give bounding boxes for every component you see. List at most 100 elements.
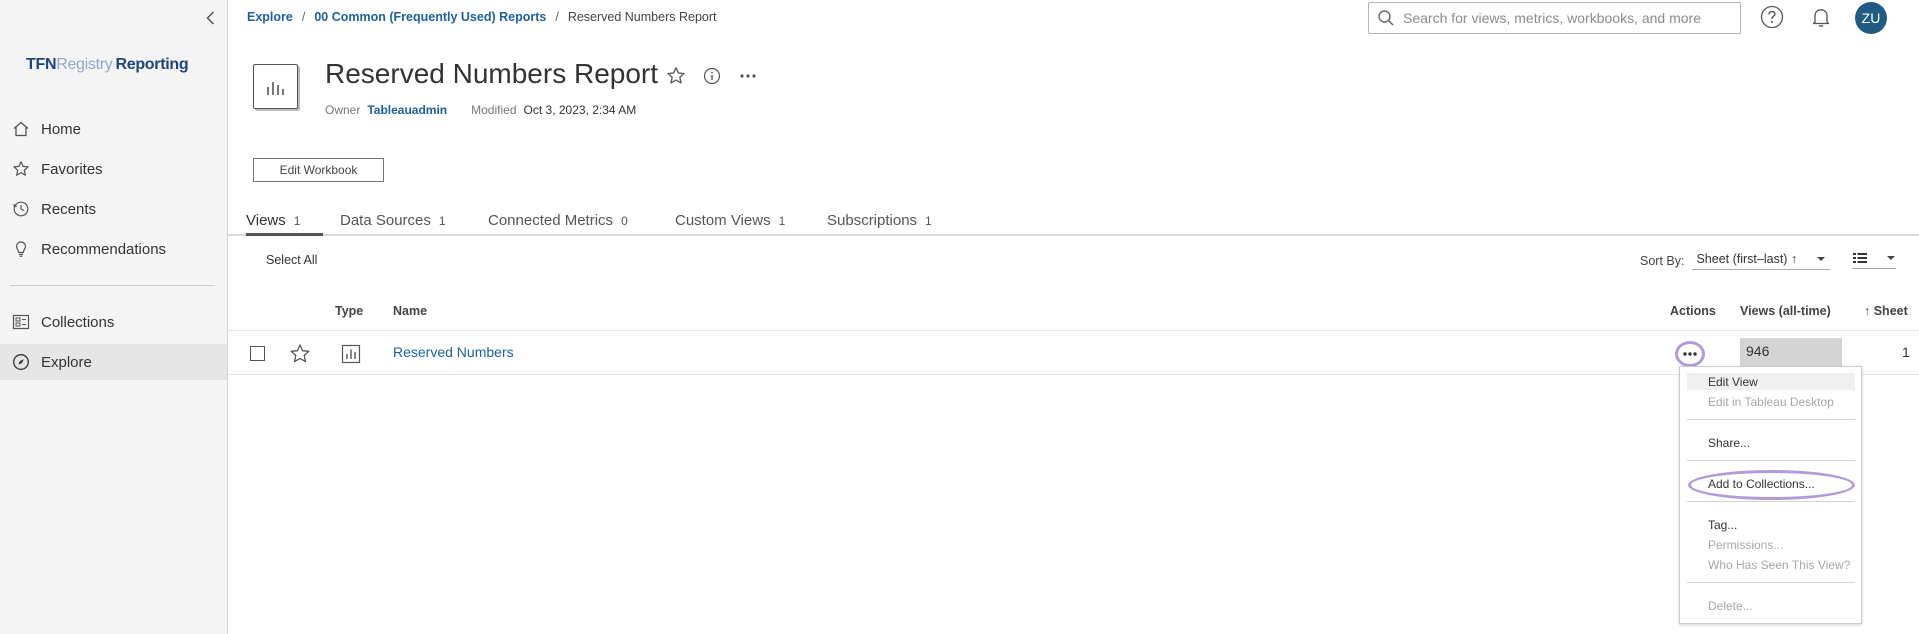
views-count: 946 — [1746, 343, 1770, 359]
sidebar-item-favorites[interactable]: Favorites — [0, 151, 227, 187]
modified-value: Oct 3, 2023, 2:34 AM — [523, 103, 637, 117]
breadcrumb-separator: / — [301, 10, 306, 24]
owner-link[interactable]: Tableauadmin — [367, 103, 447, 117]
collapse-sidebar-icon[interactable] — [202, 9, 220, 27]
menu-item-who-has-seen: Who Has Seen This View? — [1708, 558, 1851, 572]
chevron-down-icon — [1886, 254, 1896, 262]
lightbulb-icon — [12, 240, 30, 258]
views-count-bar: 946 — [1740, 338, 1842, 368]
tab-label: Connected Metrics — [488, 212, 614, 229]
tab-label: Subscriptions — [827, 212, 918, 229]
sidebar-item-collections[interactable]: Collections — [0, 304, 227, 340]
workbook-thumbnail-icon — [253, 64, 298, 109]
sort-by-value: Sheet (first–last) ↑ — [1696, 252, 1798, 266]
row-checkbox[interactable] — [250, 346, 265, 361]
owner-label: Owner — [325, 103, 361, 117]
sidebar-item-label: Favorites — [41, 160, 103, 178]
tab-count: 0 — [621, 214, 628, 228]
tab-subscriptions[interactable]: Subscriptions 1 — [827, 212, 932, 236]
menu-item-edit-view[interactable]: Edit View — [1708, 375, 1758, 389]
sidebar-item-home[interactable]: Home — [0, 111, 227, 147]
sheet-number: 1 — [1902, 344, 1910, 360]
breadcrumb-link-explore[interactable]: Explore — [247, 10, 293, 24]
tab-count: 1 — [925, 214, 932, 228]
tab-count: 1 — [438, 214, 446, 228]
more-actions-icon[interactable] — [738, 68, 758, 84]
view-name-link[interactable]: Reserved Numbers — [393, 344, 514, 360]
menu-item-tag[interactable]: Tag... — [1708, 518, 1737, 532]
sidebar-item-label: Explore — [41, 353, 92, 371]
menu-item-share[interactable]: Share... — [1708, 436, 1750, 450]
tab-count: 1 — [293, 214, 301, 228]
tab-label: Data Sources — [340, 212, 431, 229]
menu-item-add-to-collections[interactable]: Add to Collections... — [1708, 477, 1815, 491]
sidebar-item-label: Home — [41, 120, 82, 138]
search-input[interactable] — [1403, 10, 1733, 26]
logo-text-reporting: Reporting — [115, 56, 189, 73]
breadcrumb-separator: / — [555, 10, 559, 24]
clock-icon — [12, 200, 30, 218]
sort-by-select[interactable]: Sheet (first–last) ↑ — [1692, 252, 1831, 270]
sidebar-item-explore[interactable]: Explore — [0, 344, 227, 380]
view-mode-select[interactable] — [1852, 251, 1896, 269]
column-header-name[interactable]: Name — [393, 304, 427, 318]
menu-separator — [1687, 460, 1855, 461]
menu-separator — [1687, 582, 1855, 583]
sort-by-control: Sort By: Sheet (first–last) ↑ — [1640, 252, 1831, 270]
menu-separator — [1687, 501, 1855, 502]
row-actions-button[interactable] — [1675, 341, 1705, 367]
sidebar-item-label: Recents — [41, 200, 97, 218]
user-avatar[interactable]: ZU — [1855, 2, 1887, 34]
column-header-actions: Actions — [1670, 304, 1716, 318]
sidebar-item-recommendations[interactable]: Recommendations — [0, 231, 227, 267]
star-icon — [12, 160, 30, 178]
active-tab-indicator — [246, 233, 323, 236]
favorite-star-icon[interactable] — [666, 66, 686, 86]
sidebar: TFNRegistry Reporting Home Favorites Rece… — [0, 0, 228, 634]
compass-icon — [12, 353, 30, 371]
tab-label: Views — [246, 212, 286, 229]
info-icon[interactable] — [703, 67, 721, 85]
view-type-icon — [341, 344, 361, 364]
actions-context-menu: Edit View Edit in Tableau Desktop Share.… — [1679, 366, 1862, 624]
sidebar-item-label: Recommendations — [41, 240, 167, 258]
menu-item-edit-in-tableau-desktop: Edit in Tableau Desktop — [1708, 395, 1834, 409]
edit-workbook-button[interactable]: Edit Workbook — [253, 158, 384, 182]
select-all-button[interactable]: Select All — [266, 253, 317, 267]
menu-item-permissions: Permissions... — [1708, 538, 1784, 552]
row-favorite-star-icon[interactable] — [289, 343, 311, 365]
search-icon — [1377, 9, 1395, 27]
column-header-sheet[interactable]: ↑ Sheet — [1864, 304, 1908, 318]
tab-custom-views[interactable]: Custom Views 1 — [675, 212, 785, 236]
more-actions-icon — [1682, 351, 1698, 357]
tab-count: 1 — [778, 214, 786, 228]
menu-item-delete: Delete... — [1708, 599, 1753, 613]
tab-bar: Views 1 Data Sources 1 Connected Metrics 0 … — [228, 212, 1919, 236]
notifications-bell-icon[interactable] — [1810, 6, 1832, 28]
chevron-down-icon — [1816, 255, 1826, 263]
app-logo[interactable]: TFNRegistry Reporting — [26, 56, 189, 74]
sidebar-item-recents[interactable]: Recents — [0, 191, 227, 227]
column-header-type[interactable]: Type — [335, 304, 363, 318]
tab-label: Custom Views — [675, 212, 771, 229]
page-title: Reserved Numbers Report — [325, 58, 659, 89]
breadcrumb-link-project[interactable]: 00 Common (Frequently Used) Reports — [314, 10, 546, 24]
list-view-icon — [1852, 251, 1868, 265]
menu-separator — [1687, 419, 1855, 420]
logo-text-registry: Registry — [56, 56, 113, 73]
tab-data-sources[interactable]: Data Sources 1 — [340, 212, 446, 236]
sidebar-divider — [10, 285, 215, 286]
logo-text-tfn: TFN — [26, 56, 57, 73]
tab-connected-metrics[interactable]: Connected Metrics 0 — [488, 212, 628, 236]
sidebar-item-label: Collections — [41, 313, 115, 331]
search-box[interactable] — [1368, 2, 1741, 34]
sort-by-label: Sort By: — [1640, 254, 1685, 268]
breadcrumb-current: Reserved Numbers Report — [567, 10, 717, 24]
help-icon[interactable] — [1760, 5, 1784, 29]
home-icon — [12, 120, 30, 138]
column-header-views[interactable]: Views (all-time) — [1740, 304, 1831, 318]
modified-label: Modified — [471, 103, 517, 117]
collections-icon — [12, 313, 30, 331]
workbook-meta: Owner Tableauadmin Modified Oct 3, 2023,… — [325, 103, 636, 117]
breadcrumb: Explore / 00 Common (Frequently Used) Re… — [247, 10, 716, 24]
